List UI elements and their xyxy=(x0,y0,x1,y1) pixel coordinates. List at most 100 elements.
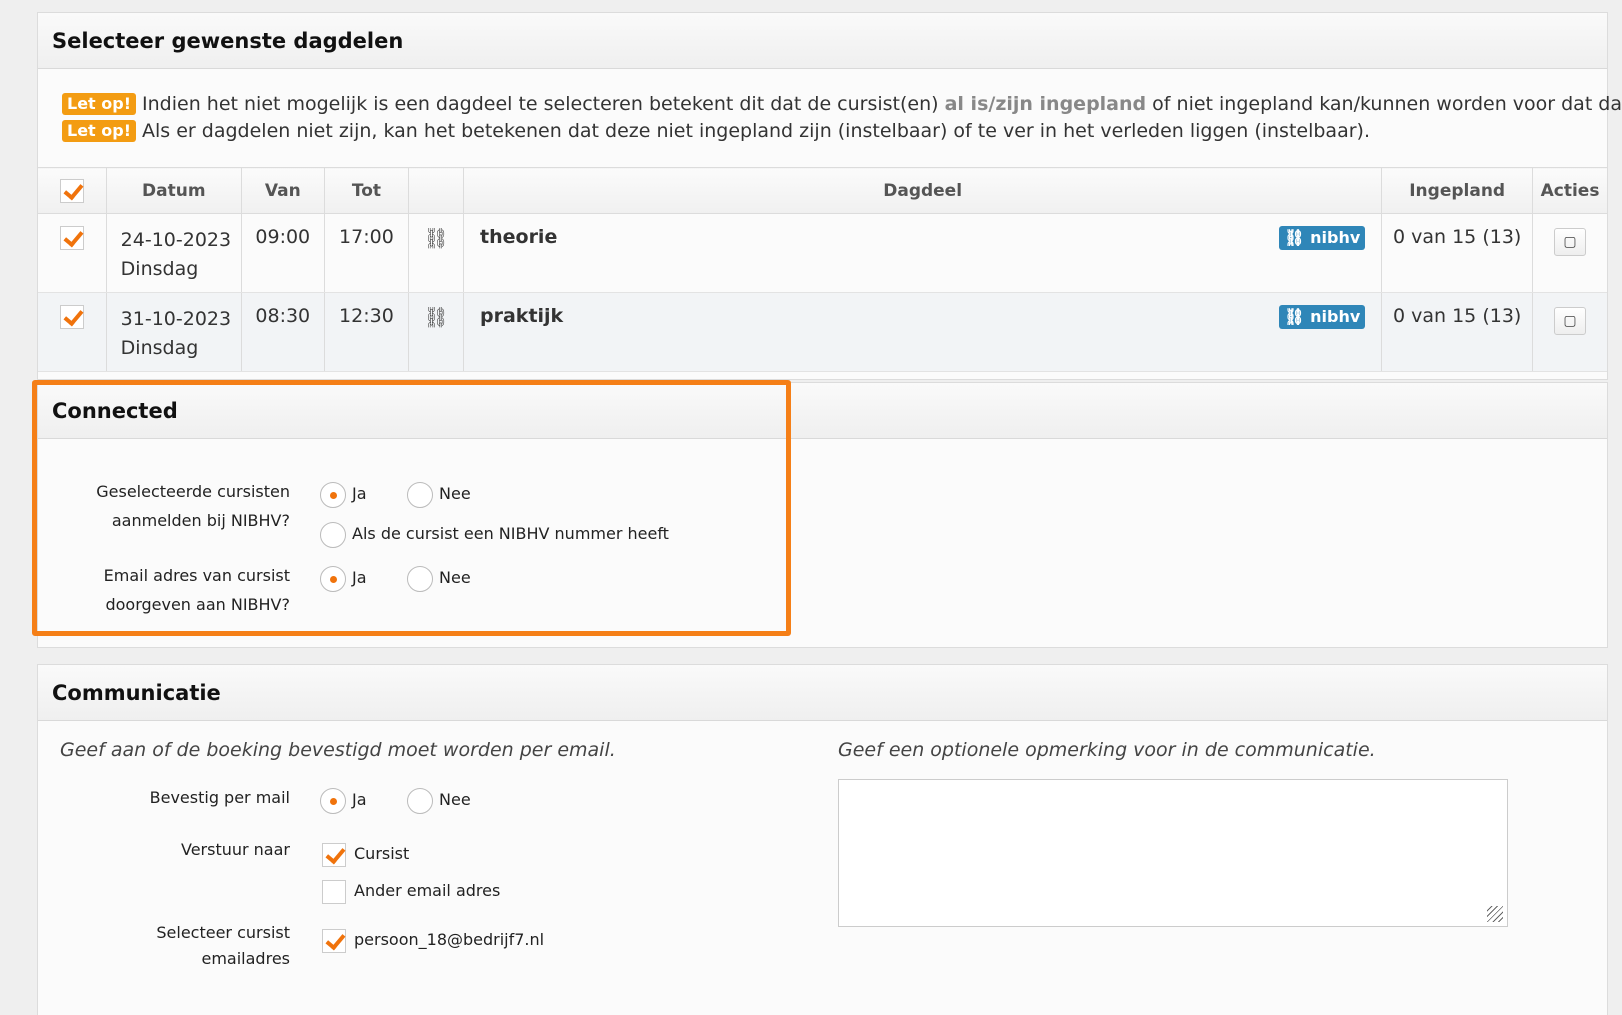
row-select[interactable] xyxy=(38,213,107,293)
option-label: Als de cursist een NIBHV nummer heeft xyxy=(352,524,669,543)
col-tot[interactable]: Tot xyxy=(324,167,410,214)
connected-panel: Connected Geselecteerde cursisten aanmel… xyxy=(37,382,1608,648)
option-label: Ja xyxy=(352,568,367,587)
selecteer-email-label: Selecteer cursist emailadres xyxy=(156,920,290,972)
opmerking-textarea[interactable] xyxy=(838,779,1508,927)
note-text: of niet ingepland kan/kunnen worden voor… xyxy=(1152,93,1622,115)
link-icon: ⛓ xyxy=(423,226,449,250)
date-text: 24-10-2023 xyxy=(120,229,232,251)
option-label: persoon_18@bedrijf7.nl xyxy=(354,930,545,949)
radio-nee[interactable] xyxy=(407,565,433,592)
day-text: Dinsdag xyxy=(120,337,199,359)
communicatie-panel: Communicatie Geef aan of de boeking beve… xyxy=(37,664,1608,1015)
select-all-checkbox[interactable] xyxy=(59,178,84,203)
col-acties: Acties xyxy=(1532,167,1607,214)
dagdelen-table: Datum Van Tot Dagdeel Ingepland Acties 2… xyxy=(38,167,1607,372)
note-icon[interactable]: ▢ xyxy=(1554,307,1587,335)
email-checkbox[interactable] xyxy=(322,928,346,953)
option-label: Nee xyxy=(439,484,471,503)
row-van: 09:00 xyxy=(241,213,325,293)
row-acties: ▢ xyxy=(1532,292,1607,372)
nibhv-badge: ⛓ nibhv xyxy=(1279,305,1366,329)
row-link: ⛓ xyxy=(408,213,465,293)
link-icon: ⛓ xyxy=(423,305,449,329)
label-line: Geselecteerde cursisten xyxy=(96,482,290,501)
row-tot: 12:30 xyxy=(324,292,410,372)
row-link: ⛓ xyxy=(408,292,465,372)
nibhv-aanmelden-nee[interactable]: Nee xyxy=(407,481,471,508)
dagdeel-name: praktijk xyxy=(480,305,564,327)
email-doorgeven-nee[interactable]: Nee xyxy=(407,565,471,592)
cursist-checkbox[interactable] xyxy=(322,842,346,867)
hint-bevestig: Geef aan of de boeking bevestigd moet wo… xyxy=(60,739,616,761)
row-checkbox[interactable] xyxy=(59,305,84,329)
row-dagdeel: theorie ⛓ nibhv xyxy=(463,213,1383,293)
verstuur-cursist[interactable]: Cursist xyxy=(322,841,409,867)
col-dagdeel[interactable]: Dagdeel xyxy=(463,167,1383,214)
note-1: Let op! Indien het niet mogelijk is een d… xyxy=(62,91,1622,118)
label-line: Email adres van cursist xyxy=(103,566,290,585)
option-label: Cursist xyxy=(354,844,410,863)
col-datum[interactable]: Datum xyxy=(106,167,242,214)
select-all-header[interactable] xyxy=(38,167,107,214)
col-link xyxy=(408,167,465,214)
bevestig-ja[interactable]: Ja xyxy=(320,787,367,814)
nibhv-badge-text: nibhv xyxy=(1310,228,1361,247)
dagdelen-title: Selecteer gewenste dagdelen xyxy=(38,13,1607,69)
verstuur-label: Verstuur naar xyxy=(180,840,290,859)
email-option[interactable]: persoon_18@bedrijf7.nl xyxy=(322,927,544,953)
row-ingepland: 0 van 15 (13) xyxy=(1381,292,1534,372)
nibhv-aanmelden-ja[interactable]: Ja xyxy=(320,481,367,508)
nibhv-badge: ⛓ nibhv xyxy=(1279,226,1366,250)
label-line: aanmelden bij NIBHV? xyxy=(111,511,290,530)
notes: Let op! Indien het niet mogelijk is een d… xyxy=(38,69,1622,145)
dagdelen-panel: Selecteer gewenste dagdelen Let op! Indie… xyxy=(37,12,1622,380)
ander-email-checkbox[interactable] xyxy=(322,879,346,904)
label-line: emailadres xyxy=(201,949,291,968)
radio-ja[interactable] xyxy=(320,481,346,508)
ingepland-link[interactable]: al is/zijn ingepland xyxy=(945,93,1147,115)
nibhv-aanmelden-label: Geselecteerde cursisten aanmelden bij NI… xyxy=(96,477,290,535)
email-doorgeven-ja[interactable]: Ja xyxy=(320,565,367,592)
row-dagdeel: praktijk ⛓ nibhv xyxy=(463,292,1383,372)
row-tot: 17:00 xyxy=(324,213,410,293)
option-label: Ander email adres xyxy=(354,881,501,900)
nibhv-badge-text: nibhv xyxy=(1310,307,1361,326)
connected-title: Connected xyxy=(38,383,1607,439)
row-date: 24-10-2023 Dinsdag xyxy=(106,213,242,293)
verstuur-ander[interactable]: Ander email adres xyxy=(322,878,500,904)
option-label: Ja xyxy=(352,484,367,503)
row-checkbox[interactable] xyxy=(59,226,84,250)
table-row: 24-10-2023 Dinsdag 09:00 17:00 ⛓ theorie ⛓… xyxy=(38,213,1607,293)
table-row: 31-10-2023 Dinsdag 08:30 12:30 ⛓ praktijk… xyxy=(38,292,1607,372)
col-van[interactable]: Van xyxy=(241,167,325,214)
radio-ja[interactable] xyxy=(320,565,346,592)
radio-nee[interactable] xyxy=(407,787,433,814)
col-ingepland[interactable]: Ingepland xyxy=(1381,167,1534,214)
table-header: Datum Van Tot Dagdeel Ingepland Acties xyxy=(38,167,1607,214)
row-van: 08:30 xyxy=(241,292,325,372)
bevestig-label: Bevestig per mail xyxy=(149,788,290,807)
resize-grip-icon[interactable] xyxy=(1487,906,1503,922)
option-label: Nee xyxy=(439,790,471,809)
note-icon[interactable]: ▢ xyxy=(1554,228,1587,256)
row-ingepland: 0 van 15 (13) xyxy=(1381,213,1534,293)
option-label: Ja xyxy=(352,790,367,809)
option-label: Nee xyxy=(439,568,471,587)
row-select[interactable] xyxy=(38,292,107,372)
row-date: 31-10-2023 Dinsdag xyxy=(106,292,242,372)
bevestig-nee[interactable]: Nee xyxy=(407,787,471,814)
dagdeel-name: theorie xyxy=(480,226,558,248)
label-line: doorgeven aan NIBHV? xyxy=(105,595,290,614)
radio-conditioneel[interactable] xyxy=(320,521,346,548)
radio-nee[interactable] xyxy=(407,481,433,508)
note-2: Let op! Als er dagdelen niet zijn, kan he… xyxy=(62,118,1607,145)
radio-ja[interactable] xyxy=(320,787,346,814)
day-text: Dinsdag xyxy=(120,258,199,280)
nibhv-aanmelden-conditioneel[interactable]: Als de cursist een NIBHV nummer heeft xyxy=(320,521,669,548)
communicatie-title: Communicatie xyxy=(38,665,1607,721)
email-doorgeven-label: Email adres van cursist doorgeven aan NI… xyxy=(104,561,290,619)
note-text: Als er dagdelen niet zijn, kan het betek… xyxy=(142,120,1370,142)
row-acties: ▢ xyxy=(1532,213,1607,293)
note-text: Indien het niet mogelijk is een dagdeel … xyxy=(142,93,945,115)
